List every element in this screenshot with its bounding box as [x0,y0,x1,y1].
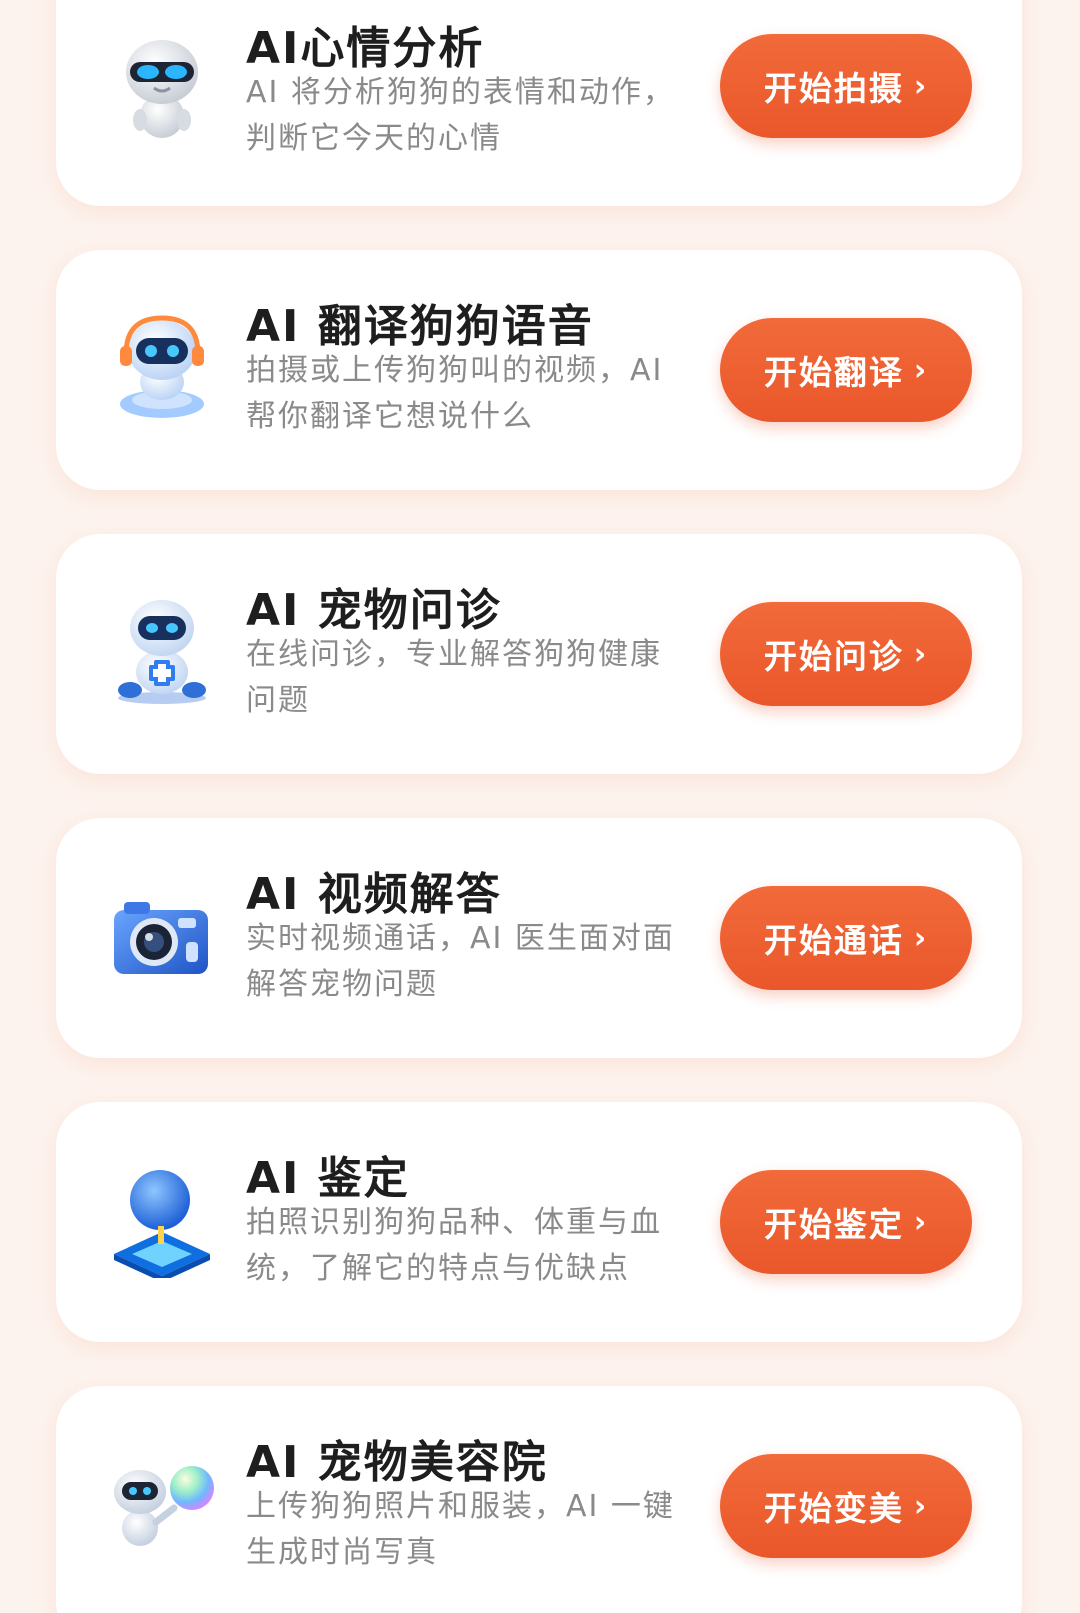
robot-bubble-icon [104,1446,220,1562]
start-call-button[interactable]: 开始通话 › [720,886,972,990]
card-title: AI 翻译狗狗语音 [246,301,594,352]
feature-card-pet-consult: AI 宠物问诊 在线问诊，专业解答狗狗健康问题 开始问诊 › [56,534,1022,774]
button-label: 开始变美 [763,1489,904,1528]
card-title: AI 鉴定 [246,1153,410,1204]
button-label: 开始通话 [763,921,904,960]
card-description: AI 将分析狗狗的表情和动作，判断它今天的心情 [246,75,675,156]
card-description: 在线问诊，专业解答狗狗健康问题 [246,637,662,718]
card-description: 实时视频通话，AI 医生面对面解答宠物问题 [246,921,675,1002]
camera-icon [104,880,220,996]
start-capture-button[interactable]: 开始拍摄 › [720,34,972,138]
robot-headset-icon [104,310,220,426]
button-label: 开始鉴定 [763,1205,904,1244]
button-label: 开始翻译 [763,353,904,392]
start-identify-button[interactable]: 开始鉴定 › [720,1170,972,1274]
chevron-right-icon: › [913,1488,929,1524]
card-title: AI 视频解答 [246,869,502,920]
start-consult-button[interactable]: 开始问诊 › [720,602,972,706]
button-label: 开始拍摄 [763,69,904,108]
card-title: AI 宠物美容院 [246,1437,548,1488]
chevron-right-icon: › [913,1204,929,1240]
feature-card-video-answer: AI 视频解答 实时视频通话，AI 医生面对面解答宠物问题 开始通话 › [56,818,1022,1058]
card-description: 上传狗狗照片和服装，AI 一键生成时尚写真 [246,1489,675,1570]
feature-card-pet-beauty: AI 宠物美容院 上传狗狗照片和服装，AI 一键生成时尚写真 开始变美 › [56,1386,1022,1613]
card-title: AI 宠物问诊 [246,585,502,636]
robot-sunglasses-icon [104,30,220,146]
feature-card-voice-translate: AI 翻译狗狗语音 拍摄或上传狗狗叫的视频，AI 帮你翻译它想说什么 开始翻译 … [56,250,1022,490]
card-title: AI心情分析 [246,23,485,74]
button-label: 开始问诊 [763,637,904,676]
start-beauty-button[interactable]: 开始变美 › [720,1454,972,1558]
card-description: 拍照识别狗狗品种、体重与血统，了解它的特点与优缺点 [246,1205,662,1286]
card-description: 拍摄或上传狗狗叫的视频，AI 帮你翻译它想说什么 [246,353,664,434]
feature-card-mood-analysis: AI心情分析 AI 将分析狗狗的表情和动作，判断它今天的心情 开始拍摄 › [56,0,1022,206]
robot-doctor-icon [104,594,220,710]
start-translate-button[interactable]: 开始翻译 › [720,318,972,422]
ai-chip-icon [104,1162,220,1282]
chevron-right-icon: › [913,636,929,672]
chevron-right-icon: › [913,920,929,956]
chevron-right-icon: › [913,68,929,104]
feature-card-identify: AI 鉴定 拍照识别狗狗品种、体重与血统，了解它的特点与优缺点 开始鉴定 › [56,1102,1022,1342]
chevron-right-icon: › [913,352,929,388]
